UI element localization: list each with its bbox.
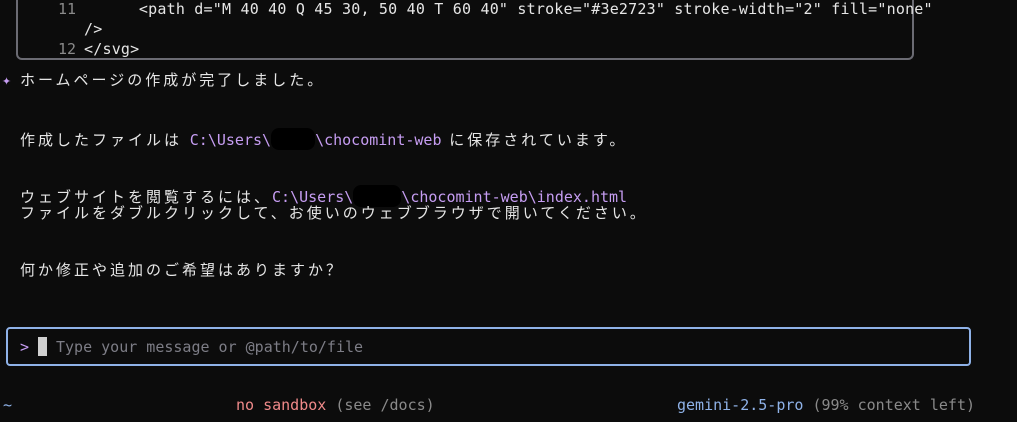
line-number: 11 (57, 0, 76, 18)
view-instruction-line-2: ファイルをダブルクリックして、お使いのウェブブラウザで開いてください。 (20, 204, 648, 222)
followup-question: 何か修正や追加のご希望はありますか？ (20, 261, 345, 279)
redacted-username (271, 128, 316, 150)
saved-path: C:\Users\ \chocomint-web (190, 128, 442, 150)
sparkle-icon: ✦ (2, 71, 12, 89)
code-block: 11 <path d="M 40 40 Q 45 30, 50 40 T 60 … (16, 0, 933, 60)
cwd-indicator: ~ (3, 396, 13, 414)
model-name: gemini-2.5-pro (677, 396, 804, 414)
code-line: <path d="M 40 40 Q 45 30, 50 40 T 60 40"… (102, 0, 933, 18)
line-number: 12 (57, 40, 76, 58)
saved-location-line: 作成したファイルは C:\Users\ \chocomint-web に保存されて… (20, 128, 627, 150)
saved-suffix: に保存されています。 (441, 131, 628, 149)
prompt-symbol: > (20, 338, 30, 356)
message-input-box[interactable]: > (6, 327, 971, 366)
saved-prefix: 作成したファイルは (20, 131, 190, 149)
message-input[interactable] (56, 336, 946, 358)
sandbox-hint: (see /docs) (326, 396, 435, 414)
code-line: /> (84, 20, 103, 38)
context-remaining: (99% context left) (803, 396, 976, 414)
response-heading: ホームページの作成が完了しました。 (20, 71, 326, 89)
text-cursor (38, 337, 47, 356)
model-status: gemini-2.5-pro (99% context left) (677, 396, 975, 414)
sandbox-status: no sandbox (see /docs) (236, 396, 435, 414)
code-line: </svg> (84, 40, 140, 58)
sandbox-label: no sandbox (236, 396, 327, 414)
